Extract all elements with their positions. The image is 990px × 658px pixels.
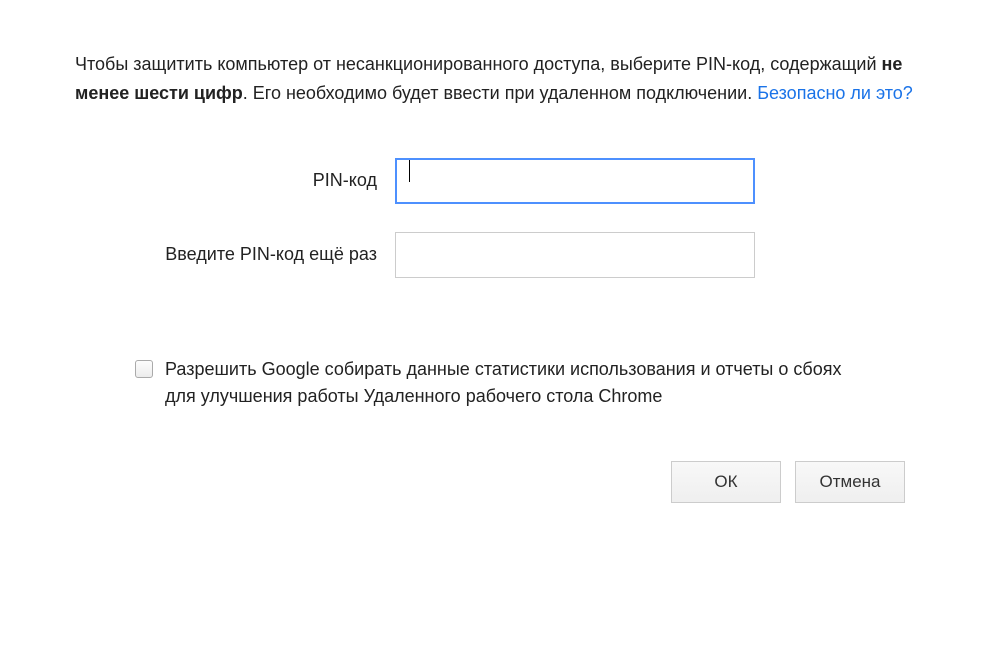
pin-input[interactable] [395, 158, 755, 204]
stats-checkbox[interactable] [135, 360, 153, 378]
pin-form: PIN-код Введите PIN-код ещё раз [75, 158, 915, 306]
pin-row: PIN-код [75, 158, 915, 204]
ok-button[interactable]: ОК [671, 461, 781, 503]
pin-confirm-label: Введите PIN-код ещё раз [75, 244, 395, 265]
pin-confirm-input[interactable] [395, 232, 755, 278]
stats-checkbox-row: Разрешить Google собирать данные статист… [75, 356, 915, 412]
instruction-part1: Чтобы защитить компьютер от несанкционир… [75, 54, 882, 74]
safety-link[interactable]: Безопасно ли это? [757, 83, 913, 103]
stats-checkbox-label: Разрешить Google собирать данные статист… [165, 356, 855, 412]
pin-label: PIN-код [75, 170, 395, 191]
pin-confirm-row: Введите PIN-код ещё раз [75, 232, 915, 278]
text-cursor-icon [409, 160, 410, 182]
instruction-text: Чтобы защитить компьютер от несанкционир… [75, 50, 915, 108]
instruction-part2: . Его необходимо будет ввести при удален… [243, 83, 757, 103]
cancel-button[interactable]: Отмена [795, 461, 905, 503]
dialog-buttons: ОК Отмена [75, 461, 915, 503]
